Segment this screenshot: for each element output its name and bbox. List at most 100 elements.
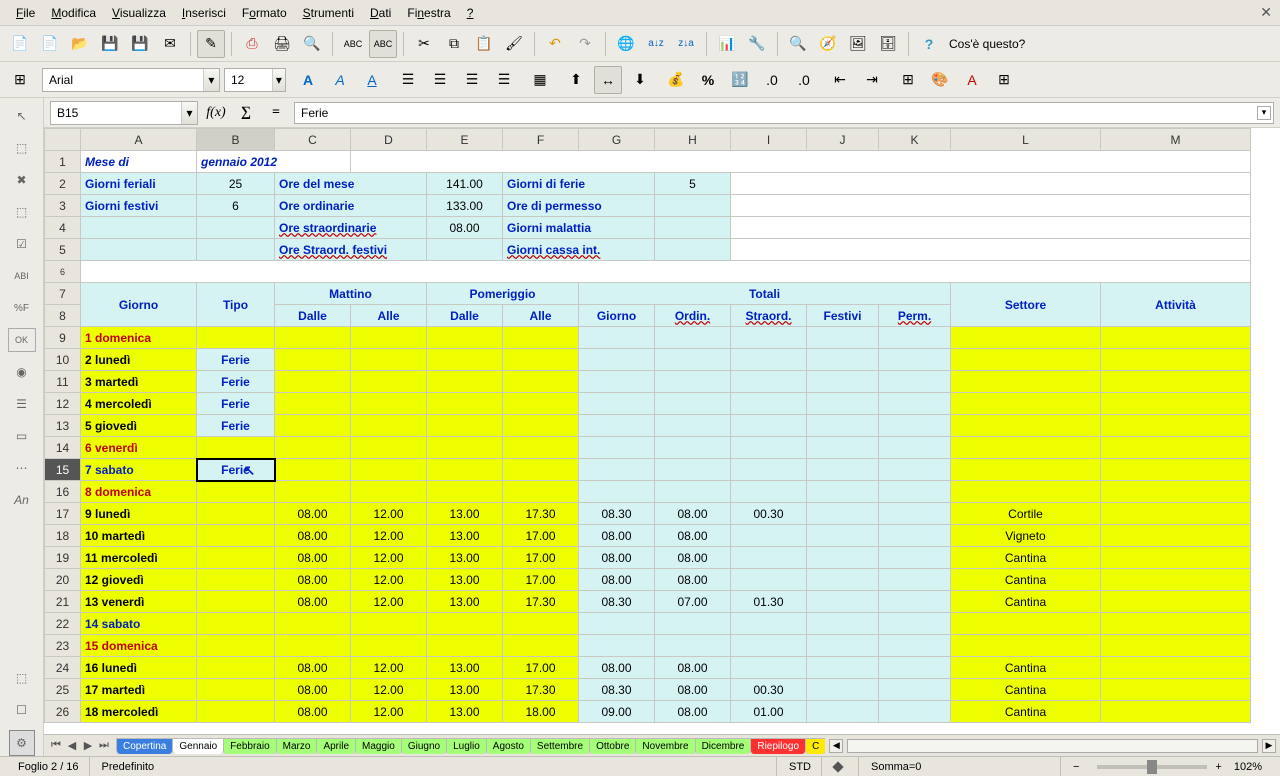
edit-mode-icon[interactable]: ✎ xyxy=(197,30,225,58)
cell[interactable]: Cantina xyxy=(951,701,1101,723)
row-header[interactable]: 4 xyxy=(45,217,81,239)
cell[interactable]: Alle xyxy=(351,305,427,327)
row-header[interactable]: 16 xyxy=(45,481,81,503)
cell[interactable]: 17.00 xyxy=(503,657,579,679)
cell[interactable]: 08.00 xyxy=(275,701,351,723)
cell[interactable] xyxy=(655,481,731,503)
cell[interactable]: 13 venerdì xyxy=(81,591,197,613)
hyperlink-icon[interactable]: 🌐 xyxy=(612,30,640,58)
cell[interactable] xyxy=(1101,525,1251,547)
cell[interactable] xyxy=(879,591,951,613)
sheet-tab-aprile[interactable]: Aprile xyxy=(316,738,356,754)
row-header[interactable]: 5 xyxy=(45,239,81,261)
row-header[interactable]: 10 xyxy=(45,349,81,371)
col-header-L[interactable]: L xyxy=(951,129,1101,151)
cell[interactable] xyxy=(1101,371,1251,393)
undo-icon[interactable]: ↶ xyxy=(541,30,569,58)
cell[interactable] xyxy=(879,525,951,547)
cell[interactable] xyxy=(807,569,879,591)
cell[interactable] xyxy=(275,437,351,459)
checkbox-icon[interactable]: ☑ xyxy=(8,232,36,256)
cell[interactable] xyxy=(879,701,951,723)
row-header[interactable]: 20 xyxy=(45,569,81,591)
cell[interactable]: 00.30 xyxy=(731,679,807,701)
cell[interactable]: 08.30 xyxy=(579,679,655,701)
cell[interactable] xyxy=(655,195,731,217)
sheet-tab-c[interactable]: C xyxy=(805,738,825,754)
cell[interactable] xyxy=(503,481,579,503)
cell[interactable] xyxy=(951,371,1101,393)
cell[interactable] xyxy=(807,415,879,437)
cell[interactable]: 6 xyxy=(197,195,275,217)
cell[interactable] xyxy=(579,393,655,415)
cell[interactable] xyxy=(879,459,951,481)
align-top-icon[interactable]: ⬆ xyxy=(562,66,590,94)
tab-first-icon[interactable]: ⏮ xyxy=(48,739,64,752)
cell[interactable]: 13.00 xyxy=(427,569,503,591)
redo-icon[interactable]: ↷ xyxy=(571,30,599,58)
cell[interactable] xyxy=(655,635,731,657)
row-header[interactable]: 26 xyxy=(45,701,81,723)
col-header-D[interactable]: D xyxy=(351,129,427,151)
cell[interactable] xyxy=(807,613,879,635)
row-header[interactable]: 3 xyxy=(45,195,81,217)
cell[interactable]: Dalle xyxy=(275,305,351,327)
cell[interactable] xyxy=(351,635,427,657)
cell[interactable] xyxy=(1101,547,1251,569)
cell[interactable]: 13.00 xyxy=(427,591,503,613)
cell[interactable] xyxy=(197,437,275,459)
row-header[interactable]: 1 xyxy=(45,151,81,173)
col-header-H[interactable]: H xyxy=(655,129,731,151)
cell[interactable]: 17.00 xyxy=(503,525,579,547)
cell[interactable] xyxy=(197,679,275,701)
cell[interactable]: Cantina xyxy=(951,547,1101,569)
cell[interactable] xyxy=(1101,437,1251,459)
cell[interactable] xyxy=(579,327,655,349)
cell[interactable]: Cortile xyxy=(951,503,1101,525)
cell[interactable]: 14 sabato xyxy=(81,613,197,635)
cell[interactable]: Ore Straord. festivi xyxy=(275,239,427,261)
cell[interactable]: Straord. xyxy=(731,305,807,327)
cell[interactable] xyxy=(731,657,807,679)
cell[interactable] xyxy=(503,393,579,415)
formula-input[interactable]: Ferie xyxy=(301,106,328,120)
scroll-left-icon[interactable]: ◀ xyxy=(829,739,843,753)
cell[interactable] xyxy=(275,613,351,635)
col-header-M[interactable]: M xyxy=(1101,129,1251,151)
find-icon[interactable]: 🔍 xyxy=(784,30,812,58)
cell[interactable]: 08.00 xyxy=(655,657,731,679)
button-icon[interactable]: OK xyxy=(8,328,36,352)
row-header[interactable]: 22 xyxy=(45,613,81,635)
cell[interactable] xyxy=(579,415,655,437)
cell[interactable]: 17 martedì xyxy=(81,679,197,701)
menu-modifica[interactable]: Modifica xyxy=(43,3,104,23)
cell[interactable] xyxy=(579,349,655,371)
sheet-tab-agosto[interactable]: Agosto xyxy=(486,738,531,754)
cell[interactable] xyxy=(951,481,1101,503)
help-icon[interactable]: ? xyxy=(915,30,943,58)
export-pdf-icon[interactable]: ⎙ xyxy=(238,30,266,58)
cell[interactable] xyxy=(275,349,351,371)
tab-prev-icon[interactable]: ◀ xyxy=(64,739,80,752)
cell[interactable]: Dalle xyxy=(427,305,503,327)
bgcolor-icon[interactable]: 🎨 xyxy=(926,66,954,94)
sheet-tab-luglio[interactable]: Luglio xyxy=(446,738,487,754)
cell-reference-combo[interactable]: ▾ xyxy=(50,101,198,125)
cell[interactable]: 00.30 xyxy=(731,503,807,525)
col-header-B[interactable]: B xyxy=(197,129,275,151)
cell[interactable]: 133.00 xyxy=(427,195,503,217)
cell[interactable] xyxy=(879,613,951,635)
cell[interactable] xyxy=(879,371,951,393)
cell[interactable] xyxy=(275,635,351,657)
cell[interactable] xyxy=(879,657,951,679)
cell[interactable]: 07.00 xyxy=(655,591,731,613)
cell[interactable] xyxy=(731,547,807,569)
cell[interactable]: 08.00 xyxy=(275,547,351,569)
chevron-down-icon[interactable]: ▾ xyxy=(181,102,197,124)
cell[interactable] xyxy=(503,437,579,459)
cell[interactable]: Mattino xyxy=(275,283,427,305)
cell[interactable] xyxy=(197,635,275,657)
cell[interactable] xyxy=(1101,349,1251,371)
col-header-I[interactable]: I xyxy=(731,129,807,151)
cell[interactable]: 08.00 xyxy=(275,569,351,591)
